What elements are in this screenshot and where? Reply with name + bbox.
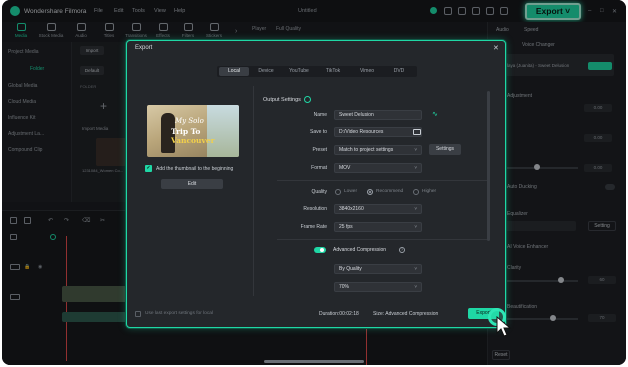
resolution-value: 3840x2160 bbox=[339, 206, 364, 212]
chevron-down-icon: ˅ bbox=[414, 266, 417, 271]
export-dialog: Export ✕ Local Device YouTube TikTok Vim… bbox=[126, 40, 506, 328]
section-divider bbox=[277, 239, 487, 240]
export-thumbnail: My Solo Trip To Vancouver bbox=[147, 105, 239, 157]
ai-rename-icon[interactable]: ∿ bbox=[432, 110, 438, 118]
tab-youtube[interactable]: YouTube bbox=[284, 68, 314, 74]
output-settings-title: Output Settings bbox=[263, 97, 301, 103]
tab-device[interactable]: Device bbox=[251, 68, 281, 74]
thumbnail-title-line1: My Solo bbox=[175, 117, 204, 125]
name-label: Name bbox=[313, 112, 327, 118]
quality-recommend-radio[interactable] bbox=[367, 189, 373, 195]
mouse-cursor-icon bbox=[496, 316, 512, 337]
output-settings-icon[interactable] bbox=[304, 96, 311, 103]
save-to-label: Save to bbox=[310, 129, 327, 135]
thumbnail-title-line2a: Trip To bbox=[171, 127, 201, 136]
resolution-label: Resolution bbox=[303, 206, 327, 212]
chevron-down-icon: ˅ bbox=[414, 224, 417, 229]
quality-higher-label: Higher bbox=[422, 189, 437, 194]
format-label: Format bbox=[311, 165, 327, 171]
chevron-down-icon: ˅ bbox=[414, 147, 417, 152]
use-last-settings-checkbox[interactable] bbox=[135, 311, 141, 317]
dialog-divider bbox=[253, 86, 254, 296]
add-thumbnail-checkbox[interactable]: ✓ bbox=[145, 165, 152, 172]
frame-rate-label: Frame Rate bbox=[300, 224, 327, 230]
compression-percent-value: 70% bbox=[339, 284, 350, 290]
close-icon[interactable]: ✕ bbox=[493, 44, 499, 52]
frame-rate-select[interactable]: 25 fps ˅ bbox=[334, 222, 422, 232]
thumbnail-title-line2: Trip To Vancouver bbox=[171, 127, 239, 145]
export-duration: Duration:00:02:18 bbox=[319, 311, 359, 317]
quality-recommend-label: Recommend bbox=[376, 189, 404, 194]
tab-dvd[interactable]: DVD bbox=[384, 68, 414, 74]
compression-mode-select[interactable]: By Quality ˅ bbox=[334, 264, 422, 274]
tab-local[interactable]: Local bbox=[219, 67, 249, 76]
chevron-down-icon: ˅ bbox=[414, 206, 417, 211]
export-size: Size: Advanced Compression bbox=[373, 311, 439, 317]
settings-button[interactable]: Settings bbox=[429, 144, 461, 155]
preset-select[interactable]: Match to project settings ˅ bbox=[334, 145, 422, 155]
resolution-select[interactable]: 3840x2160 ˅ bbox=[334, 204, 422, 214]
folder-icon[interactable] bbox=[413, 129, 421, 135]
app-window: Wondershare Filmora File Edit Tools View… bbox=[2, 0, 626, 365]
advanced-compression-label: Advanced Compression bbox=[333, 247, 387, 253]
toggle-knob bbox=[320, 248, 324, 252]
edit-thumbnail-button[interactable]: Edit bbox=[161, 179, 223, 189]
use-last-settings-label: Use last export settings for local bbox=[145, 311, 213, 316]
bottom-scroll-indicator bbox=[264, 360, 364, 363]
quality-lower-radio[interactable] bbox=[335, 189, 341, 195]
format-value: MOV bbox=[339, 165, 351, 171]
quality-lower-label: Lower bbox=[344, 189, 358, 194]
compression-percent-select[interactable]: 70% ˅ bbox=[334, 282, 422, 292]
tab-tiktok[interactable]: TikTok bbox=[318, 68, 348, 74]
settings-scrollbar[interactable] bbox=[487, 91, 490, 241]
add-thumbnail-label: Add the thumbnail to the beginning bbox=[156, 166, 234, 172]
compression-mode-value: By Quality bbox=[339, 266, 362, 272]
format-select[interactable]: MOV ˅ bbox=[334, 163, 422, 173]
preset-value: Match to project settings bbox=[339, 147, 394, 153]
name-input[interactable]: Sweet Delusion bbox=[334, 110, 422, 120]
preset-label: Preset bbox=[312, 147, 327, 153]
chevron-down-icon: ˅ bbox=[414, 284, 417, 289]
save-to-input[interactable]: D:/Video Resources bbox=[334, 127, 422, 137]
quality-label: Quality bbox=[311, 189, 327, 195]
quality-higher-radio[interactable] bbox=[413, 189, 419, 195]
section-divider bbox=[277, 180, 487, 181]
dialog-title: Export bbox=[135, 45, 153, 51]
frame-rate-value: 25 fps bbox=[339, 224, 353, 230]
tab-vimeo[interactable]: Vimeo bbox=[352, 68, 382, 74]
help-icon[interactable]: ? bbox=[399, 247, 405, 253]
chevron-down-icon: ˅ bbox=[414, 165, 417, 170]
thumbnail-title-line2b: Vancouver bbox=[171, 136, 215, 145]
